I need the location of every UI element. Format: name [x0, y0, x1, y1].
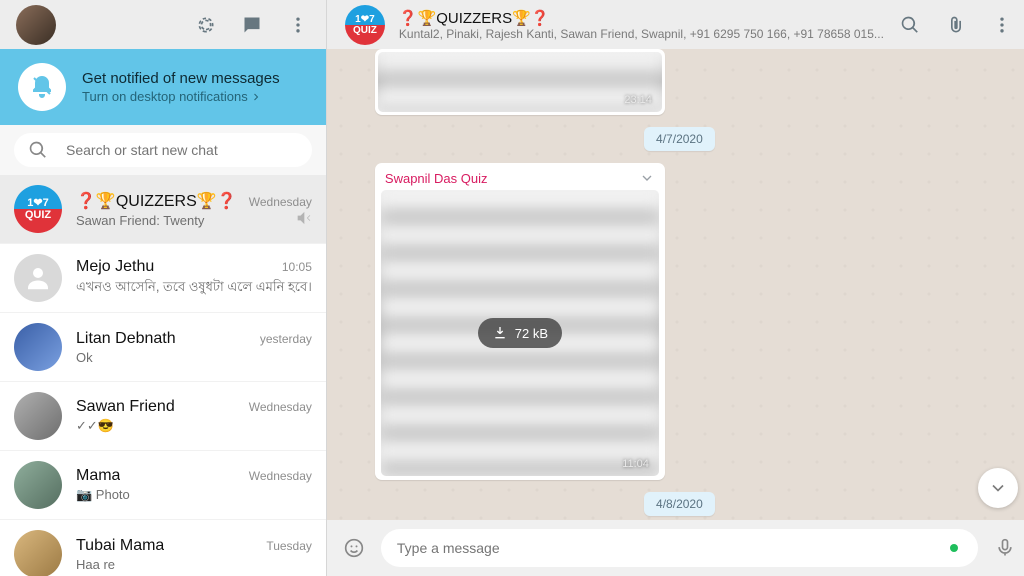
- download-icon: [492, 325, 508, 341]
- date-separator: 4/7/2020: [644, 127, 715, 151]
- chat-name: Mejo Jethu: [76, 258, 154, 276]
- chat-avatar: [14, 323, 62, 371]
- search-input[interactable]: [66, 142, 298, 158]
- user-avatar[interactable]: [16, 5, 56, 45]
- chat-name: Mama: [76, 467, 120, 485]
- chat-name: ❓🏆QUIZZERS🏆❓: [76, 191, 237, 211]
- search-icon: [28, 140, 48, 160]
- chat-preview: 📷 Photo: [76, 487, 312, 503]
- download-size: 72 kB: [515, 326, 548, 341]
- chat-time: 10:05: [282, 260, 312, 274]
- emoji-icon[interactable]: [341, 535, 367, 561]
- chat-preview: ✓✓😎: [76, 418, 312, 434]
- new-chat-icon[interactable]: [240, 13, 264, 37]
- chat-avatar: [14, 254, 62, 302]
- conversation-panel: 1❤7QUIZ ❓🏆QUIZZERS🏆❓ Kuntal2, Pinaki, Ra…: [327, 0, 1024, 576]
- search-bar: [0, 125, 326, 175]
- chat-avatar: [14, 530, 62, 576]
- typing-indicator: [950, 544, 958, 552]
- status-icon[interactable]: [194, 13, 218, 37]
- chat-name: Sawan Friend: [76, 398, 175, 416]
- notification-title: Get notified of new messages: [82, 70, 280, 87]
- message-time: 11:04: [622, 458, 649, 470]
- message-input[interactable]: [397, 540, 950, 556]
- mic-icon[interactable]: [992, 535, 1018, 561]
- conversation-header[interactable]: 1❤7QUIZ ❓🏆QUIZZERS🏆❓ Kuntal2, Pinaki, Ra…: [327, 0, 1024, 49]
- left-panel-header: [0, 0, 326, 49]
- left-panel: Get notified of new messages Turn on des…: [0, 0, 327, 576]
- chat-item[interactable]: Litan Debnath yesterday Ok: [0, 313, 326, 382]
- chevron-down-icon[interactable]: [639, 170, 655, 186]
- conversation-members: Kuntal2, Pinaki, Rajesh Kanti, Sawan Fri…: [399, 27, 884, 41]
- image-placeholder[interactable]: 72 kB 11:04: [381, 190, 659, 476]
- chat-avatar: 1❤7QUIZ: [14, 185, 62, 233]
- conversation-title: ❓🏆QUIZZERS🏆❓: [399, 9, 884, 27]
- chat-name: Tubai Mama: [76, 537, 164, 555]
- chat-item[interactable]: Mama Wednesday 📷 Photo: [0, 451, 326, 520]
- attach-icon[interactable]: [944, 13, 968, 37]
- chat-preview: এখনও আসেনি, তবে ওষুধটা এলে এমনি হবে।: [76, 278, 312, 299]
- muted-icon: [296, 210, 312, 231]
- image-placeholder[interactable]: 23:14: [378, 52, 662, 112]
- chat-menu-icon[interactable]: [990, 13, 1014, 37]
- date-separator: 4/8/2020: [644, 492, 715, 516]
- chat-item-quizzers[interactable]: 1❤7QUIZ ❓🏆QUIZZERS🏆❓ Wednesday Sawan Frie…: [0, 175, 326, 244]
- message-input-wrapper[interactable]: [381, 529, 978, 567]
- message-sender: Swapnil Das Quiz: [385, 171, 488, 186]
- notification-action[interactable]: Turn on desktop notifications: [82, 89, 280, 104]
- header-icons: [194, 13, 310, 37]
- message-input-bar: [327, 520, 1024, 576]
- bell-off-icon: [18, 63, 66, 111]
- chat-time: yesterday: [260, 332, 312, 346]
- chat-item[interactable]: Mejo Jethu 10:05 এখনও আসেনি, তবে ওষুধটা এ…: [0, 244, 326, 313]
- messages-area: 23:14 4/7/2020 Swapnil Das Quiz 72 kB 11…: [327, 49, 1024, 520]
- notification-bar[interactable]: Get notified of new messages Turn on des…: [0, 49, 326, 125]
- chat-preview: Sawan Friend: Twenty: [76, 213, 312, 228]
- message-time: 23:14: [624, 94, 652, 106]
- scroll-to-bottom-button[interactable]: [978, 468, 1018, 508]
- download-button[interactable]: 72 kB: [478, 318, 562, 348]
- menu-icon[interactable]: [286, 13, 310, 37]
- chat-time: Wednesday: [249, 469, 312, 483]
- chat-time: Wednesday: [249, 400, 312, 414]
- message-sender-row: Swapnil Das Quiz: [381, 168, 659, 190]
- chevron-right-icon: [250, 91, 262, 103]
- chat-preview: Haa re: [76, 557, 312, 572]
- chat-item[interactable]: Tubai Mama Tuesday Haa re: [0, 520, 326, 576]
- notification-texts: Get notified of new messages Turn on des…: [82, 70, 280, 104]
- search-box[interactable]: [14, 133, 312, 167]
- chat-name: Litan Debnath: [76, 330, 176, 348]
- chat-list: 1❤7QUIZ ❓🏆QUIZZERS🏆❓ Wednesday Sawan Frie…: [0, 175, 326, 576]
- message-bubble[interactable]: Swapnil Das Quiz 72 kB 11:04: [375, 163, 665, 480]
- search-in-chat-icon[interactable]: [898, 13, 922, 37]
- message-bubble[interactable]: 23:14: [375, 49, 665, 115]
- chat-avatar: [14, 461, 62, 509]
- chat-avatar: [14, 392, 62, 440]
- chat-preview: Ok: [76, 350, 312, 365]
- chat-time: Tuesday: [266, 539, 312, 553]
- chat-item[interactable]: Sawan Friend Wednesday ✓✓😎: [0, 382, 326, 451]
- group-avatar[interactable]: 1❤7QUIZ: [345, 5, 385, 45]
- chat-time: Wednesday: [249, 195, 312, 209]
